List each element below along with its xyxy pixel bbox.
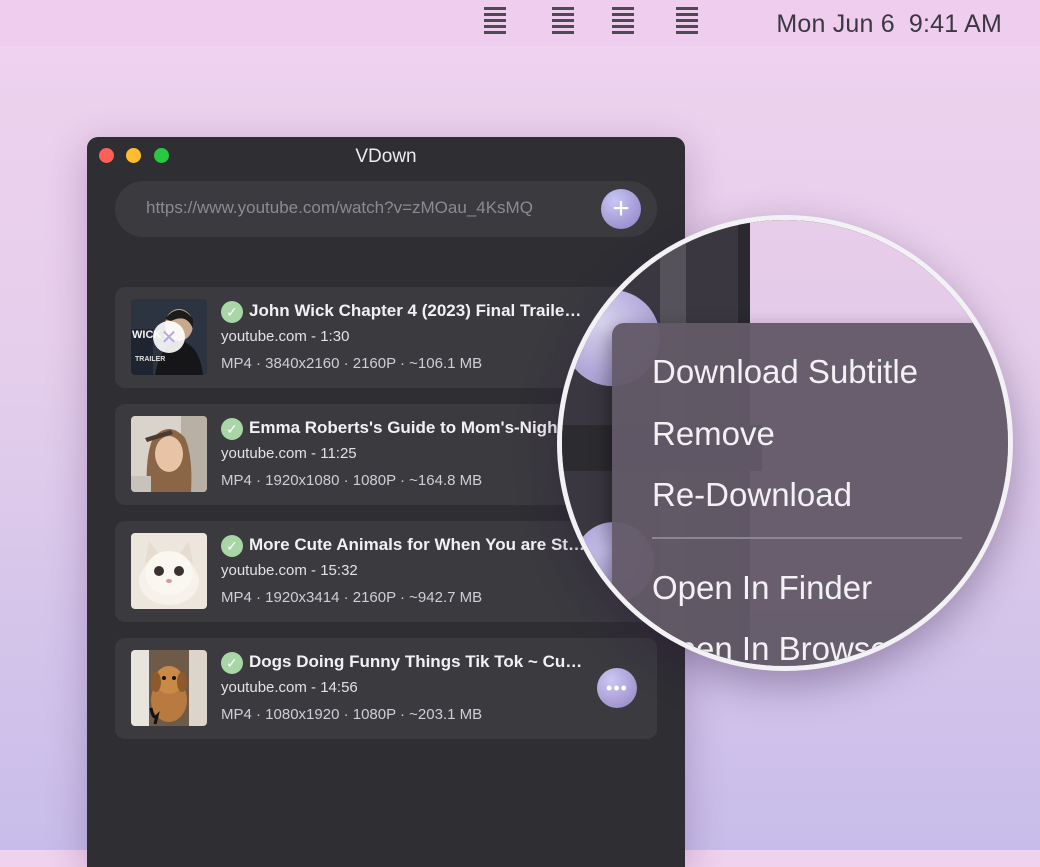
video-title: Dogs Doing Funny Things Tik Tok ~ Cute P…: [249, 652, 587, 671]
video-source: youtube.com - 1:30: [221, 328, 350, 345]
video-thumbnail: [131, 650, 207, 726]
video-thumbnail: [131, 533, 207, 609]
menu-item-re-download[interactable]: Re-Download: [652, 476, 852, 514]
menubar-clock[interactable]: Mon Jun 6 9:41 AM: [776, 10, 1002, 39]
menu-item-download-subtitle[interactable]: Download Subtitle: [652, 353, 918, 391]
more-options-button[interactable]: •••: [597, 668, 637, 708]
check-glyph: ✓: [226, 537, 238, 554]
more-icon: •••: [606, 677, 628, 698]
menu-item-open-in-finder[interactable]: Open In Finder: [652, 569, 872, 607]
video-meta: MP4 · 1920x1080 · 1080P · ~164.8 MB: [221, 472, 483, 489]
video-source: youtube.com - 15:32: [221, 562, 358, 579]
video-title: More Cute Animals for When You are Stres…: [249, 535, 587, 554]
video-meta: MP4 · 1080x1920 · 1080P · ~203.1 MB: [221, 706, 483, 723]
video-source: youtube.com - 14:56: [221, 679, 358, 696]
video-title: John Wick Chapter 4 (2023) Final Trailer…: [249, 301, 587, 320]
check-icon: ✓: [221, 418, 243, 440]
check-icon: ✓: [221, 652, 243, 674]
check-glyph: ✓: [226, 420, 238, 437]
video-meta: MP4 · 3840x2160 · 2160P · ~106.1 MB: [221, 355, 483, 372]
add-download-button[interactable]: +: [601, 189, 641, 229]
close-icon: ✕: [160, 326, 178, 349]
video-title: Emma Roberts's Guide to Mom's-Night-Out …: [249, 418, 587, 437]
video-thumbnail: WICK 4 TRAILER ✕: [131, 299, 207, 375]
magnifier-lens: Download Subtitle Remove Re-Download Ope…: [557, 215, 1013, 671]
check-glyph: ✓: [226, 654, 238, 671]
menubar-app-icon[interactable]: [612, 7, 634, 37]
kitten-thumbnail-image: [131, 533, 207, 609]
context-menu: Download Subtitle Remove Re-Download Ope…: [612, 323, 1008, 666]
thumbnail-subcaption: TRAILER: [135, 356, 166, 363]
menu-bar: Mon Jun 6 9:41 AM: [0, 0, 1040, 46]
check-icon: ✓: [221, 535, 243, 557]
window-title: VDown: [355, 146, 417, 167]
download-item[interactable]: ✓ Dogs Doing Funny Things Tik Tok ~ Cute…: [115, 638, 657, 739]
menu-item-remove[interactable]: Remove: [652, 415, 775, 453]
video-source: youtube.com - 11:25: [221, 445, 357, 462]
menubar-app-icon[interactable]: [552, 7, 574, 37]
url-bar[interactable]: https://www.youtube.com/watch?v=zMOau_4K…: [115, 181, 657, 237]
plus-icon: +: [612, 192, 630, 225]
menubar-app-icon[interactable]: [484, 7, 506, 37]
menu-item-open-in-browser[interactable]: Open In Browser: [652, 630, 900, 666]
menu-separator: [652, 537, 962, 539]
puppy-thumbnail-image: [131, 650, 207, 726]
video-meta: MP4 · 1920x3414 · 2160P · ~942.7 MB: [221, 589, 483, 606]
menubar-app-icon[interactable]: [676, 7, 698, 37]
check-icon: ✓: [221, 301, 243, 323]
remove-item-button[interactable]: ✕: [153, 321, 185, 353]
check-glyph: ✓: [226, 303, 238, 320]
url-input[interactable]: https://www.youtube.com/watch?v=zMOau_4K…: [146, 198, 533, 218]
video-thumbnail: [131, 416, 207, 492]
menubar-time: 9:41 AM: [908, 10, 1002, 38]
menubar-date: Mon Jun 6: [776, 10, 895, 38]
emma-roberts-thumbnail-image: [131, 416, 207, 492]
title-bar[interactable]: VDown: [87, 137, 685, 175]
